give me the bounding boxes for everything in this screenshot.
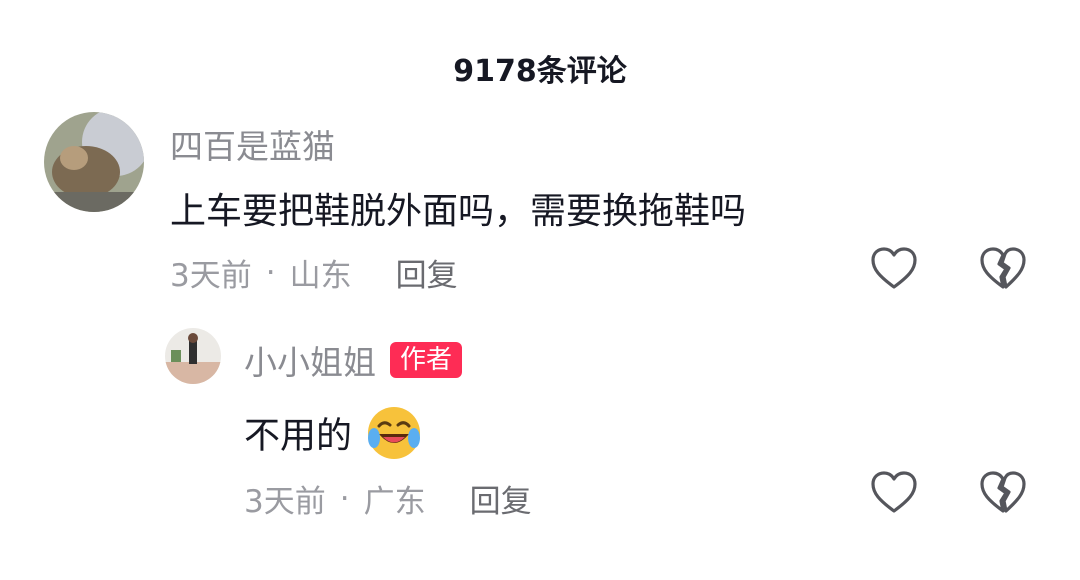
meta-separator: · <box>265 254 276 291</box>
heart-outline-icon[interactable] <box>869 244 919 294</box>
comment-location: 广东 <box>363 484 426 520</box>
comment-username[interactable]: 小小姐姐 <box>244 336 376 384</box>
reply-button[interactable]: 回复 <box>396 250 458 295</box>
comment-time: 3天前 <box>244 484 326 520</box>
comment-time: 3天前 <box>170 258 252 294</box>
comment-text: 上车要把鞋脱外面吗，需要换拖鞋吗 <box>170 191 747 232</box>
reply-button[interactable]: 回复 <box>470 476 532 521</box>
comment-location: 山东 <box>289 258 352 294</box>
comment-meta: 3天前 · 山东 回复 <box>170 250 458 295</box>
comment-username[interactable]: 四百是蓝猫 <box>170 120 335 168</box>
comments-count-title: 9178条评论 <box>453 54 627 89</box>
reply-username-row: 小小姐姐 作者 <box>244 336 463 384</box>
meta-separator: · <box>339 480 350 517</box>
broken-heart-icon[interactable] <box>978 244 1028 294</box>
comment-text-row: 不用的 <box>244 404 423 471</box>
author-badge: 作者 <box>390 342 463 378</box>
avatar[interactable] <box>44 112 144 212</box>
laughing-crying-emoji-icon <box>365 404 423 471</box>
comments-panel: 9178条评论 四百是蓝猫 上车要把鞋脱外面吗，需要换拖鞋吗 3天前 · 山东 … <box>0 0 1080 580</box>
broken-heart-icon[interactable] <box>978 468 1028 518</box>
comment-meta: 3天前 · 广东 回复 <box>244 476 532 521</box>
comment-text: 不用的 <box>244 415 353 457</box>
heart-outline-icon[interactable] <box>869 468 919 518</box>
avatar[interactable] <box>165 328 221 384</box>
